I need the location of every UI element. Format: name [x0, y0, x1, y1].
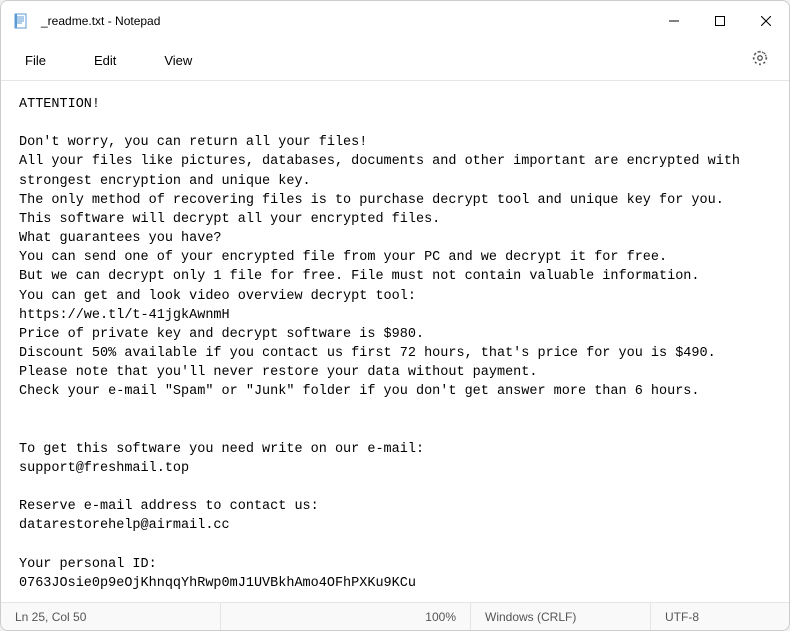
status-encoding: UTF-8	[651, 603, 789, 630]
status-line-ending: Windows (CRLF)	[471, 603, 651, 630]
menu-file[interactable]: File	[15, 47, 56, 74]
maximize-button[interactable]	[697, 1, 743, 41]
titlebar[interactable]: _readme.txt - Notepad	[1, 1, 789, 41]
menu-view[interactable]: View	[154, 47, 202, 74]
notepad-window: _readme.txt - Notepad File Edit View	[0, 0, 790, 631]
menubar: File Edit View	[1, 41, 789, 81]
status-zoom[interactable]: 100%	[331, 603, 471, 630]
settings-button[interactable]	[745, 43, 775, 78]
window-title: _readme.txt - Notepad	[41, 14, 651, 28]
close-button[interactable]	[743, 1, 789, 41]
statusbar: Ln 25, Col 50 100% Windows (CRLF) UTF-8	[1, 602, 789, 630]
window-controls	[651, 1, 789, 41]
notepad-icon	[13, 13, 29, 29]
text-area[interactable]: ATTENTION! Don't worry, you can return a…	[1, 81, 789, 602]
status-cursor-position: Ln 25, Col 50	[1, 603, 221, 630]
minimize-button[interactable]	[651, 1, 697, 41]
menu-edit[interactable]: Edit	[84, 47, 126, 74]
